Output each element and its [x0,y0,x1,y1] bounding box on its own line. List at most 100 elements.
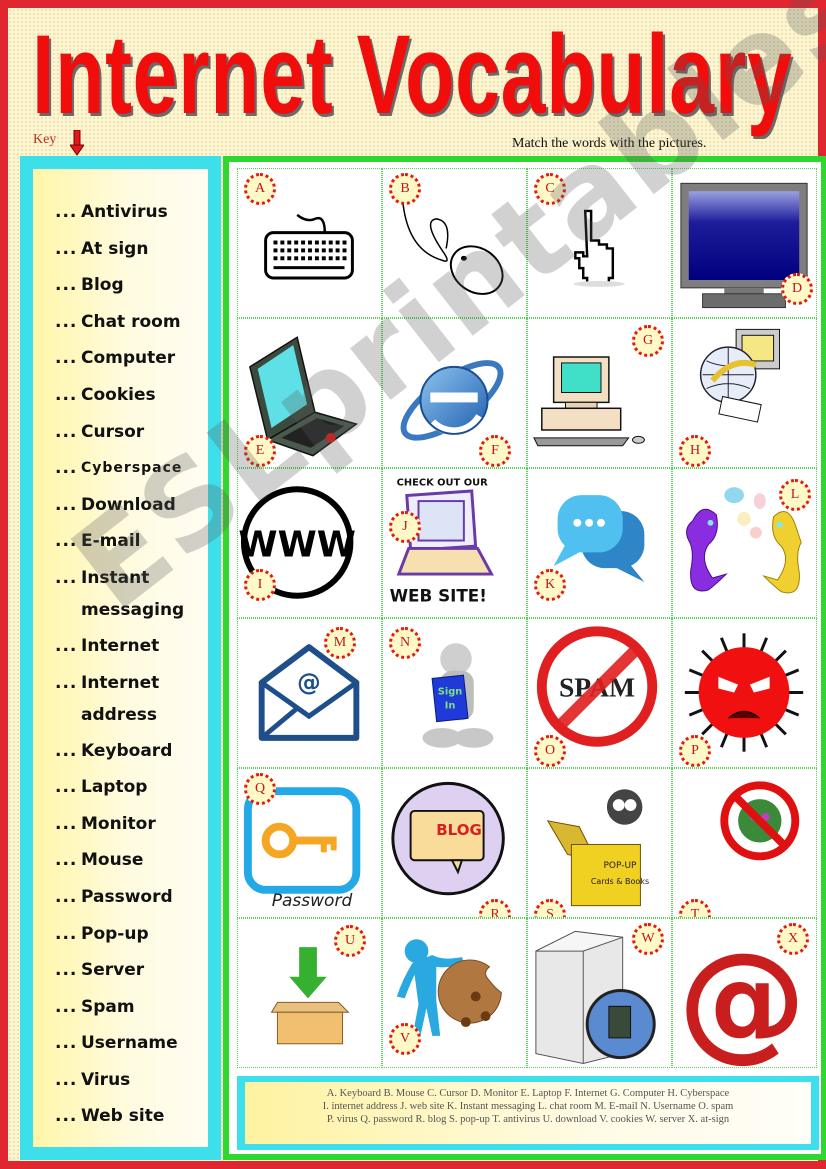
picture-cell: SPAMO [527,618,672,768]
answer-blank[interactable]: ... [33,494,81,516]
vocabulary-term: Keyboard [81,740,173,761]
answer-blank[interactable]: ... [33,421,81,443]
svg-text:@: @ [297,669,321,697]
word-list-item: ... Blog [33,274,208,311]
worksheet-page: Internet Vocabulary Key Match the words … [0,0,826,1169]
picture-cell: Password Q [237,768,382,918]
blog-bubble-icon [383,769,526,917]
word-list-item: ... Pop-up [33,923,208,960]
website-laptop-icon: CHECK OUT OUR WEB SITE! [383,469,526,617]
vocabulary-term: Internet address [81,672,160,725]
answer-blank[interactable]: ... [33,457,81,479]
instructions: Match the words with the pictures. [512,136,707,151]
answer-key-line: I. internet address J. web site K. Insta… [322,1101,734,1112]
vocabulary-term: Chat room [81,311,181,332]
picture-cell: K [527,468,672,618]
picture-letter-badge: W [632,923,664,955]
word-list-panel: ... Antivirus... At sign... Blog... Chat roo… [20,156,221,1160]
picture-cell: V [382,918,527,1068]
vocabulary-term: Download [81,494,176,515]
picture-cell: Sign In N [382,618,527,768]
picture-letter-badge: B [389,173,421,205]
vocabulary-term: E-mail [81,531,141,552]
vocabulary-term: Monitor [81,813,156,834]
picture-cell: L [672,468,817,618]
word-list-item: ... Password [33,886,208,923]
picture-cell: W [527,918,672,1068]
word-list-item: ... Internet address [33,672,208,740]
picture-letter-badge: C [534,173,566,205]
answer-blank[interactable]: ... [33,635,81,657]
word-list-item: ... Spam [33,996,208,1033]
word-list-item: ... Computer [33,347,208,384]
answer-key-line: P. virus Q. password R. blog S. pop-up T… [326,1114,730,1125]
vocabulary-term: Laptop [81,777,148,798]
answer-blank[interactable]: ... [33,530,81,552]
vocabulary-term: Cyberspace [81,460,183,477]
word-list-item: ... Mouse [33,849,208,886]
word-list-item: ... Web site [33,1105,208,1142]
vocabulary-term: Mouse [81,850,144,871]
picture-letter-badge: Q [244,773,276,805]
word-list-item: ... Cyberspace [33,457,208,494]
picture-cell: WWW I [237,468,382,618]
picture-cell: BLOG R [382,768,527,918]
answer-blank[interactable]: ... [33,849,81,871]
word-list-item: ... Chat room [33,311,208,348]
picture-letter-badge: N [389,627,421,659]
picture-letter-badge: V [389,1023,421,1055]
answer-blank[interactable]: ... [33,201,81,223]
picture-letter-badge: H [679,435,711,467]
vocabulary-term: Cookies [81,384,156,405]
answer-blank[interactable]: ... [33,1069,81,1091]
answer-blank[interactable]: ... [33,238,81,260]
answer-blank[interactable]: ... [33,384,81,406]
answer-blank[interactable]: ... [33,274,81,296]
picture-letter-badge: F [479,435,511,467]
picture-cell: @ M [237,618,382,768]
svg-text:In: In [445,700,456,711]
svg-text:WEB SITE!: WEB SITE! [390,586,487,606]
vocabulary-term: Instant messaging [81,567,185,620]
answer-blank[interactable]: ... [33,996,81,1018]
picture-letter-badge: X [777,923,809,955]
vocabulary-term: Computer [81,348,176,369]
answer-blank[interactable]: ... [33,1105,81,1127]
down-arrow-icon [70,130,84,156]
picture-grid: A B C D E F G H WWW I CHECK OUT OUR WEB SITE! J K L @ M S… [237,168,817,1068]
vocabulary-term: Spam [81,996,135,1017]
svg-text:Sign: Sign [438,686,463,697]
svg-text:WWW: WWW [238,524,355,565]
picture-cell: F [382,318,527,468]
popup-box-icon [528,769,671,917]
word-list-item: ... Cookies [33,384,208,421]
answer-blank[interactable]: ... [33,347,81,369]
answer-blank[interactable]: ... [33,740,81,762]
picture-cell: T [672,768,817,918]
picture-letter-badge: I [244,569,276,601]
word-list-item: ... Username [33,1032,208,1069]
picture-letter-badge: K [534,569,566,601]
answer-blank[interactable]: ... [33,1032,81,1054]
picture-cell: H [672,318,817,468]
word-list-item: ... Antivirus [33,201,208,238]
answer-blank[interactable]: ... [33,311,81,333]
word-list-item: ... Server [33,959,208,996]
antivirus-icon [673,769,816,917]
vocabulary-term: Server [81,960,145,981]
picture-cell: P [672,618,817,768]
picture-cell: A [237,168,382,318]
answer-blank[interactable]: ... [33,923,81,945]
word-list-item: ... Virus [33,1069,208,1106]
answer-blank[interactable]: ... [33,959,81,981]
answer-blank[interactable]: ... [33,886,81,908]
answer-blank[interactable]: ... [33,776,81,798]
answer-blank[interactable]: ... [33,813,81,835]
vocabulary-term: Pop-up [81,923,149,944]
picture-letter-badge: O [534,735,566,767]
picture-letter-badge: L [779,479,811,511]
svg-text:CHECK OUT OUR: CHECK OUT OUR [397,477,488,488]
word-list-item: ... Keyboard [33,740,208,777]
word-list-item: ... Instant messaging [33,567,208,635]
picture-cell: @ X [672,918,817,1068]
